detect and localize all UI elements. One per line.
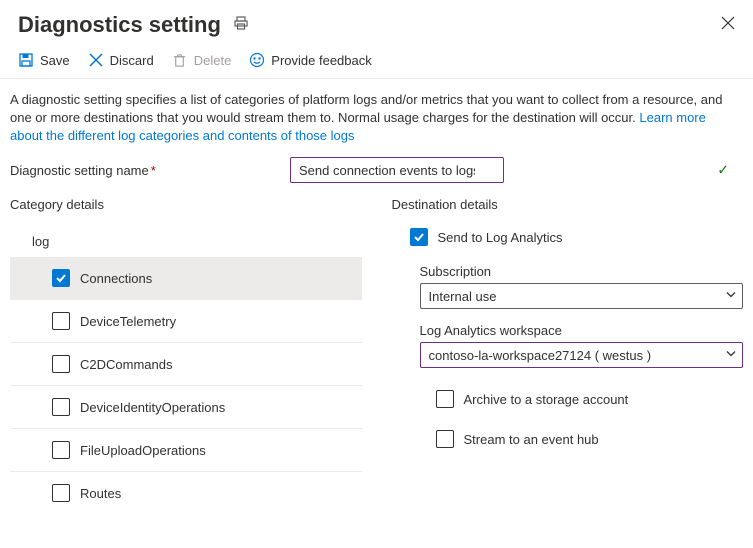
checkbox-c2dcommands[interactable] bbox=[52, 355, 70, 373]
checkbox-routes[interactable] bbox=[52, 484, 70, 502]
name-field-label: Diagnostic setting name* bbox=[10, 163, 290, 178]
description-text: A diagnostic setting specifies a list of… bbox=[0, 79, 753, 153]
log-row-fileuploadops[interactable]: FileUploadOperations bbox=[10, 429, 362, 472]
valid-check-icon: ✓ bbox=[717, 162, 729, 179]
delete-icon bbox=[172, 52, 188, 68]
dest-archive-row[interactable]: Archive to a storage account bbox=[392, 382, 744, 416]
chevron-down-icon bbox=[726, 290, 736, 303]
name-field-row: Diagnostic setting name* ✓ bbox=[0, 153, 753, 197]
save-icon bbox=[18, 52, 34, 68]
checkbox-stream[interactable] bbox=[436, 430, 454, 448]
subscription-select[interactable]: Internal use bbox=[420, 283, 744, 309]
checkbox-archive[interactable] bbox=[436, 390, 454, 408]
checkbox-deviceidentityops[interactable] bbox=[52, 398, 70, 416]
log-row-routes[interactable]: Routes bbox=[10, 472, 362, 514]
log-row-devicetelemetry[interactable]: DeviceTelemetry bbox=[10, 300, 362, 343]
discard-button[interactable]: Discard bbox=[88, 52, 154, 68]
log-category-list: Connections DeviceTelemetry C2DCommands … bbox=[10, 257, 362, 514]
log-row-connections[interactable]: Connections bbox=[10, 257, 362, 300]
print-icon[interactable] bbox=[233, 15, 249, 35]
save-button[interactable]: Save bbox=[18, 52, 70, 68]
feedback-icon bbox=[249, 52, 265, 68]
diagnostic-name-input[interactable] bbox=[290, 157, 504, 183]
subscription-label: Subscription bbox=[420, 264, 744, 279]
workspace-select[interactable]: contoso-la-workspace27124 ( westus ) bbox=[420, 342, 744, 368]
log-subtitle: log bbox=[10, 224, 362, 257]
toolbar: Save Discard Delete Provide feedback bbox=[0, 46, 753, 79]
discard-icon bbox=[88, 52, 104, 68]
chevron-down-icon bbox=[726, 349, 736, 362]
destination-section-title: Destination details bbox=[392, 197, 744, 212]
close-icon[interactable] bbox=[721, 16, 735, 35]
category-section-title: Category details bbox=[10, 197, 362, 212]
log-row-c2dcommands[interactable]: C2DCommands bbox=[10, 343, 362, 386]
dest-stream-row[interactable]: Stream to an event hub bbox=[392, 422, 744, 456]
checkbox-devicetelemetry[interactable] bbox=[52, 312, 70, 330]
page-title: Diagnostics setting bbox=[18, 12, 221, 38]
log-row-deviceidentityops[interactable]: DeviceIdentityOperations bbox=[10, 386, 362, 429]
workspace-label: Log Analytics workspace bbox=[420, 323, 744, 338]
feedback-button[interactable]: Provide feedback bbox=[249, 52, 371, 68]
dest-send-la-row[interactable]: Send to Log Analytics bbox=[392, 224, 744, 254]
page-header: Diagnostics setting bbox=[0, 0, 753, 46]
checkbox-send-la[interactable] bbox=[410, 228, 428, 246]
delete-button: Delete bbox=[172, 52, 232, 68]
checkbox-connections[interactable] bbox=[52, 269, 70, 287]
checkbox-fileuploadops[interactable] bbox=[52, 441, 70, 459]
